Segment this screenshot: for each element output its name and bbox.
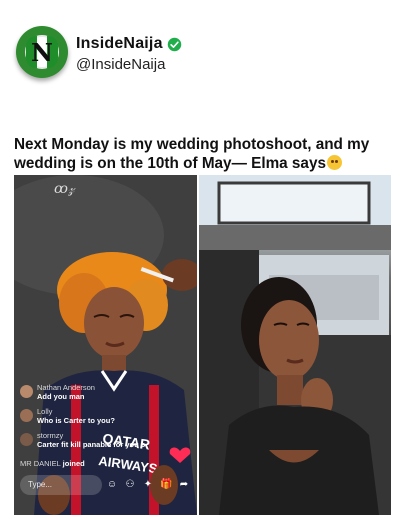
gift-icon[interactable]: 🎁 [160,479,172,491]
effects-icon[interactable]: ✦ [142,479,154,491]
multi-guest-icon[interactable]: ⚇ [124,479,136,491]
comment-user: Nathan Anderson [37,383,95,392]
join-user: MR DANIEL [20,459,61,468]
commenter-avatar [20,433,33,446]
avatar-letter: N [31,38,53,67]
post-headline: Next Monday is my wedding photoshoot, an… [14,135,406,173]
verified-badge-icon [167,37,181,51]
photo-live-stream: ꝏ𝓏 QATAR AIRWAYS Nathan Anderson Add you… [14,175,197,515]
commenter-avatar [20,385,33,398]
comment-message: Carter fit kill panable for you o [37,440,146,449]
car-selfie-illustration [199,175,391,515]
headline-text: Next Monday is my wedding photoshoot, an… [14,136,370,172]
emoji-icon[interactable]: ☺ [106,479,118,491]
comment-user: stormzy [37,431,64,440]
account-avatar[interactable]: N [16,26,68,78]
live-comment: Nathan Anderson Add you man [20,383,95,401]
svg-text:ꝏ𝓏: ꝏ𝓏 [54,181,76,197]
comment-message: Add you man [37,392,85,401]
live-join-notice: MR DANIEL joined [20,459,85,468]
comment-input[interactable]: Type... [20,475,102,495]
account-name[interactable]: InsideNaija [76,35,163,53]
account-name-row: InsideNaija [76,34,182,54]
live-bottom-bar: Type... ☺ ⚇ ✦ 🎁 ➦ [14,475,197,497]
comment-message: Who is Carter to you? [37,416,115,425]
commenter-avatar [20,409,33,422]
live-comment: Lolly Who is Carter to you? [20,407,115,425]
join-message: joined [62,459,85,468]
account-handle[interactable]: @InsideNaija [76,56,165,73]
share-icon[interactable]: ➦ [178,479,190,491]
photo-car-selfie [199,175,391,515]
comment-user: Lolly [37,407,53,416]
post-header: N InsideNaija @InsideNaija [16,26,376,86]
star-struck-emoji-icon [326,155,342,170]
live-comment: stormzy Carter fit kill panable for you … [20,431,145,449]
